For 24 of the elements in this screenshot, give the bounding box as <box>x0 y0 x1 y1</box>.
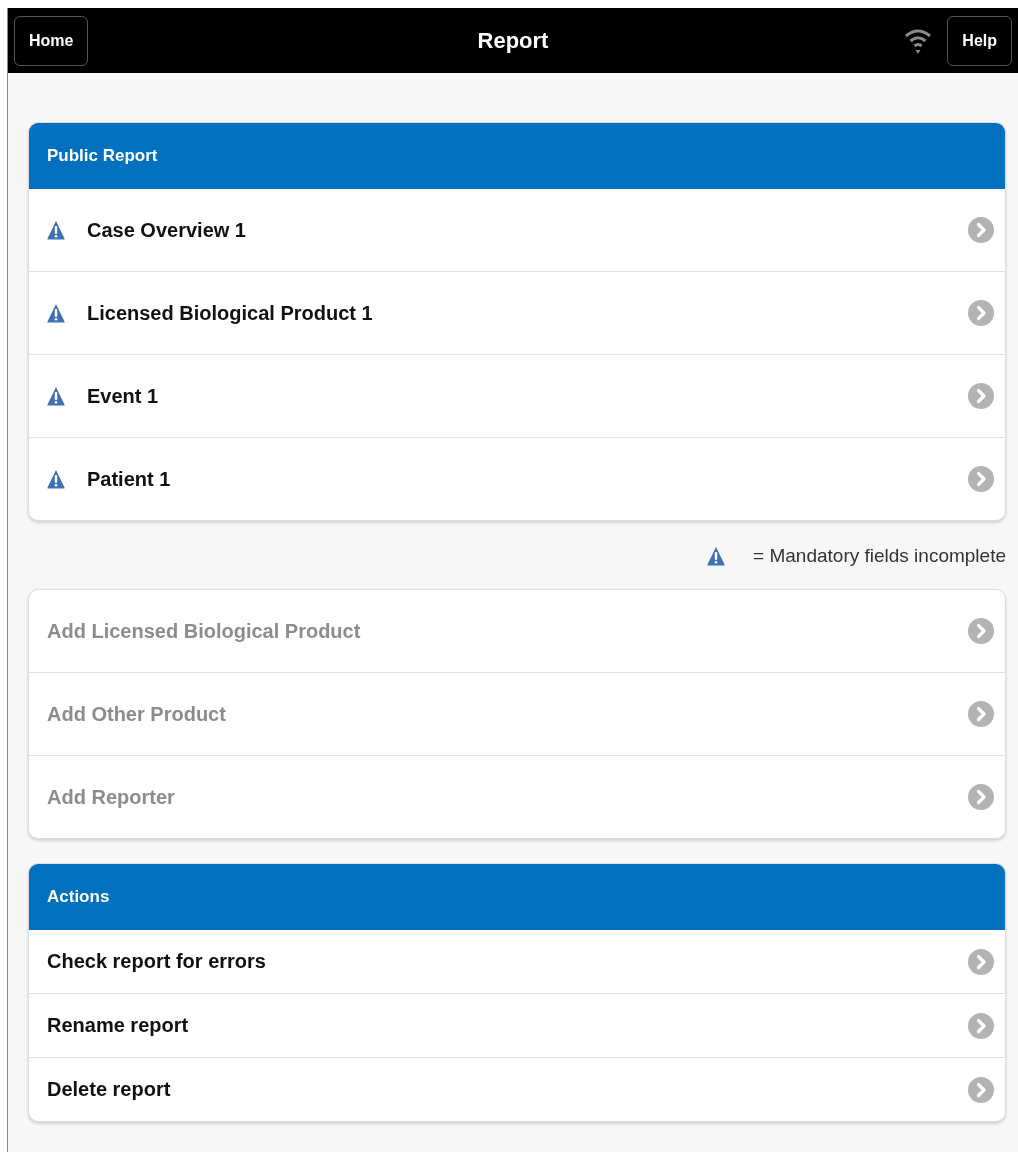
list-item[interactable]: Event 1 <box>29 354 1005 437</box>
page-title: Report <box>477 27 549 54</box>
chevron-right-icon <box>968 1012 994 1039</box>
chevron-right-icon <box>968 948 994 975</box>
help-button[interactable]: Help <box>947 15 1012 66</box>
chevron-right-icon <box>968 1076 994 1103</box>
list-item[interactable]: Case Overview 1 <box>29 189 1005 271</box>
chevron-right-icon <box>968 217 994 243</box>
legend-text: = Mandatory fields incomplete <box>753 545 1006 567</box>
chevron-right-icon <box>968 784 994 810</box>
list-item[interactable]: Rename report <box>29 993 1005 1057</box>
panel-header: Actions <box>29 864 1005 930</box>
list-item[interactable]: Licensed Biological Product 1 <box>29 271 1005 354</box>
list-item[interactable]: Delete report <box>29 1057 1005 1121</box>
chevron-right-icon <box>968 466 994 492</box>
warning-icon <box>707 546 726 566</box>
list-item[interactable]: Patient 1 <box>29 437 1005 520</box>
chevron-right-icon <box>968 618 994 644</box>
list-item[interactable]: Check report for errors <box>29 930 1005 993</box>
panel-header: Public Report <box>29 123 1005 189</box>
chevron-right-icon <box>968 300 994 326</box>
chevron-right-icon <box>968 701 994 727</box>
chevron-right-icon <box>968 383 994 409</box>
home-button[interactable]: Home <box>14 15 89 66</box>
